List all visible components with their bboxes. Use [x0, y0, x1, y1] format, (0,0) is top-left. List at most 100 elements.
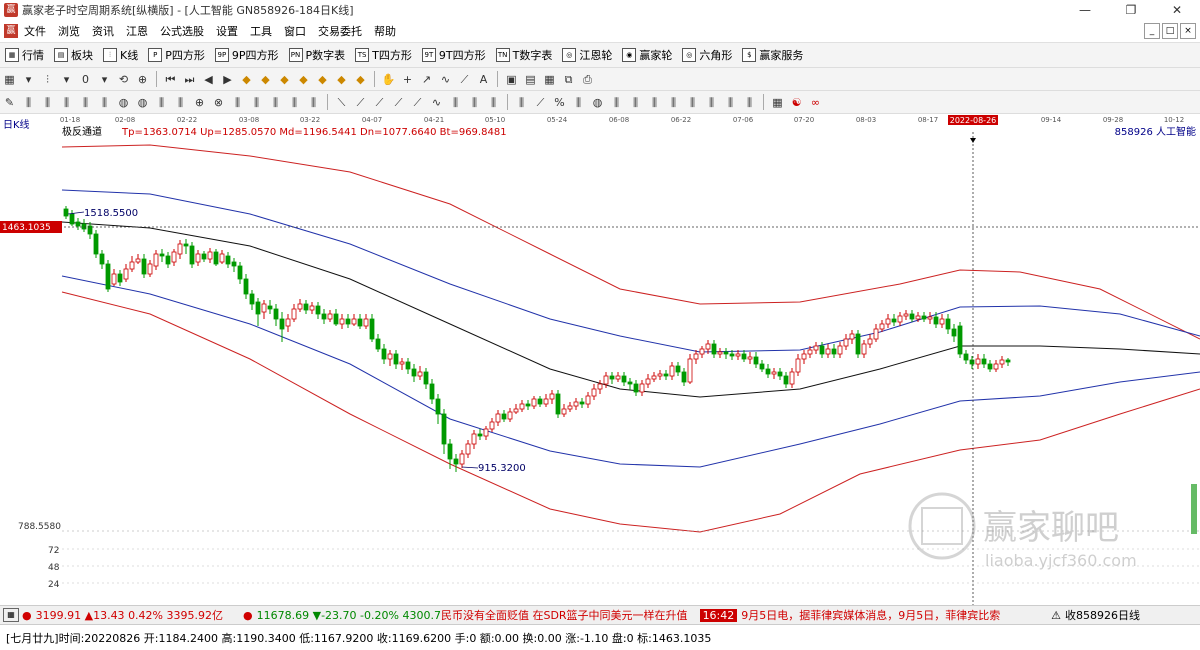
toolbar-button-11[interactable]: ◎ 六角形 — [677, 47, 737, 63]
diamond-icon[interactable]: ◆ — [296, 72, 311, 87]
hand-icon[interactable]: ✋ — [381, 72, 396, 87]
restore-icon[interactable]: ⟲ — [116, 72, 131, 87]
chevron-down-icon[interactable]: ▾ — [21, 72, 36, 87]
menu-news[interactable]: 资讯 — [86, 23, 120, 39]
menu-help[interactable]: 帮助 — [368, 23, 402, 39]
lines-icon[interactable]: ⫼ — [514, 95, 529, 110]
circle-icon[interactable]: ◍ — [116, 95, 131, 110]
toolbar-button-2[interactable]: ⫶ K线 — [98, 47, 143, 63]
fan-icon[interactable]: ⟋ — [457, 72, 472, 87]
first-bar-icon[interactable]: ⏮ — [163, 72, 178, 87]
diamond-icon[interactable]: ◆ — [277, 72, 292, 87]
lines-icon[interactable]: ⫼ — [97, 95, 112, 110]
grid-icon[interactable]: ▦ — [542, 72, 557, 87]
toolbar-button-9[interactable]: ◎ 江恩轮 — [557, 47, 617, 63]
fan-icon[interactable]: ⟋ — [410, 95, 425, 110]
toolbar-button-12[interactable]: $ 赢家服务 — [737, 47, 808, 63]
taichi-icon[interactable]: ☯ — [789, 95, 804, 110]
kline-chart[interactable]: 01-18 02-08 02-22 03-08 03-22 04-07 04-21 05-10… — [0, 114, 1200, 605]
mdi-minimize-button[interactable]: _ — [1144, 23, 1160, 39]
mdi-close-button[interactable]: × — [1180, 23, 1196, 39]
lines-icon[interactable]: ⫼ — [21, 95, 36, 110]
lines-icon[interactable]: ⫼ — [685, 95, 700, 110]
lines-icon[interactable]: ⫼ — [571, 95, 586, 110]
text-icon[interactable]: A — [476, 72, 491, 87]
menu-file[interactable]: 文件 — [18, 23, 52, 39]
restore-button[interactable]: ❐ — [1108, 0, 1154, 20]
wave-icon[interactable]: ∿ — [438, 72, 453, 87]
minimize-button[interactable]: — — [1062, 0, 1108, 20]
wave-icon[interactable]: ∿ — [429, 95, 444, 110]
toolbar-button-10[interactable]: ◉ 赢家轮 — [617, 47, 677, 63]
toolbar-button-7[interactable]: 9T 9T四方形 — [417, 47, 491, 63]
target-icon[interactable]: ⊗ — [211, 95, 226, 110]
lines-icon[interactable]: ⫼ — [249, 95, 264, 110]
lines-icon[interactable]: ⫼ — [40, 95, 55, 110]
news-ticker-2[interactable]: 9月5日电，据菲律宾媒体消息，9月5日，菲律宾比索 — [741, 607, 1000, 623]
menu-gann[interactable]: 江恩 — [120, 23, 154, 39]
diamond-icon[interactable]: ◆ — [239, 72, 254, 87]
lines-icon[interactable]: ⫼ — [742, 95, 757, 110]
last-bar-icon[interactable]: ⏭ — [182, 72, 197, 87]
line-tool-icon[interactable]: ⟍ — [334, 95, 349, 110]
diamond-icon[interactable]: ◆ — [353, 72, 368, 87]
toolbar-button-3[interactable]: P P四方形 — [143, 47, 210, 63]
grid-icon[interactable]: ▦ — [770, 95, 785, 110]
lines-icon[interactable]: ⫼ — [647, 95, 662, 110]
menu-browse[interactable]: 浏览 — [52, 23, 86, 39]
lines-icon[interactable]: ⫼ — [723, 95, 738, 110]
menu-window[interactable]: 窗口 — [278, 23, 312, 39]
right-arrow-icon[interactable]: ▶ — [220, 72, 235, 87]
candle-icon[interactable]: ⫶ — [40, 72, 55, 87]
table-icon[interactable]: ▤ — [523, 72, 538, 87]
lines-icon[interactable]: ⫼ — [306, 95, 321, 110]
close-button[interactable]: ✕ — [1154, 0, 1200, 20]
fan-icon[interactable]: ⟋ — [372, 95, 387, 110]
grid-icon[interactable]: ▦ — [3, 608, 19, 622]
lines-icon[interactable]: ⫼ — [486, 95, 501, 110]
mdi-restore-button[interactable]: □ — [1162, 23, 1178, 39]
mdi-app-icon[interactable]: 赢 — [4, 24, 18, 38]
circle-icon[interactable]: ◍ — [590, 95, 605, 110]
infinity-icon[interactable]: ∞ — [808, 95, 823, 110]
lines-icon[interactable]: ⫼ — [268, 95, 283, 110]
left-arrow-icon[interactable]: ◀ — [201, 72, 216, 87]
zero-icon[interactable]: 0 — [78, 72, 93, 87]
chart-type-icon[interactable]: ▾ — [59, 72, 74, 87]
lines-icon[interactable]: ⫼ — [666, 95, 681, 110]
line-tool-icon[interactable]: ⟋ — [533, 95, 548, 110]
toolbar-button-1[interactable]: ▤ 板块 — [49, 47, 98, 63]
lines-icon[interactable]: ⫼ — [59, 95, 74, 110]
lines-icon[interactable]: ⫼ — [467, 95, 482, 110]
lines-icon[interactable]: ⫼ — [230, 95, 245, 110]
copy-icon[interactable]: ⧉ — [561, 72, 576, 87]
toolbar-button-8[interactable]: TN T数字表 — [491, 47, 558, 63]
lines-icon[interactable]: ⫼ — [448, 95, 463, 110]
pencil-icon[interactable]: ✎ — [2, 95, 17, 110]
menu-stock-screener[interactable]: 公式选股 — [154, 23, 210, 39]
toolbar-button-4[interactable]: 9P 9P四方形 — [210, 47, 284, 63]
lines-icon[interactable]: ⫼ — [628, 95, 643, 110]
menu-trade[interactable]: 交易委托 — [312, 23, 368, 39]
diamond-icon[interactable]: ◆ — [258, 72, 273, 87]
percent-icon[interactable]: % — [552, 95, 567, 110]
lines-icon[interactable]: ⫼ — [173, 95, 188, 110]
fan-icon[interactable]: ⟋ — [353, 95, 368, 110]
diamond-icon[interactable]: ◆ — [315, 72, 330, 87]
warning-icon[interactable]: ⚠ — [1051, 609, 1061, 622]
menu-settings[interactable]: 设置 — [210, 23, 244, 39]
chart-scrollbar[interactable] — [1191, 484, 1197, 534]
arrow-icon[interactable]: ↗ — [419, 72, 434, 87]
lines-icon[interactable]: ⫼ — [78, 95, 93, 110]
toolbar-button-0[interactable]: ▦ 行情 — [0, 47, 49, 63]
circle-icon[interactable]: ◍ — [135, 95, 150, 110]
chevron-down-icon[interactable]: ▾ — [97, 72, 112, 87]
lines-icon[interactable]: ⫼ — [154, 95, 169, 110]
grid-icon[interactable]: ▦ — [2, 72, 17, 87]
lines-icon[interactable]: ⫼ — [704, 95, 719, 110]
lines-icon[interactable]: ⫼ — [609, 95, 624, 110]
toolbar-button-5[interactable]: PN P数字表 — [284, 47, 351, 63]
print-icon[interactable]: ⎙ — [580, 72, 595, 87]
crosshair-icon[interactable]: + — [400, 72, 415, 87]
diamond-icon[interactable]: ◆ — [334, 72, 349, 87]
